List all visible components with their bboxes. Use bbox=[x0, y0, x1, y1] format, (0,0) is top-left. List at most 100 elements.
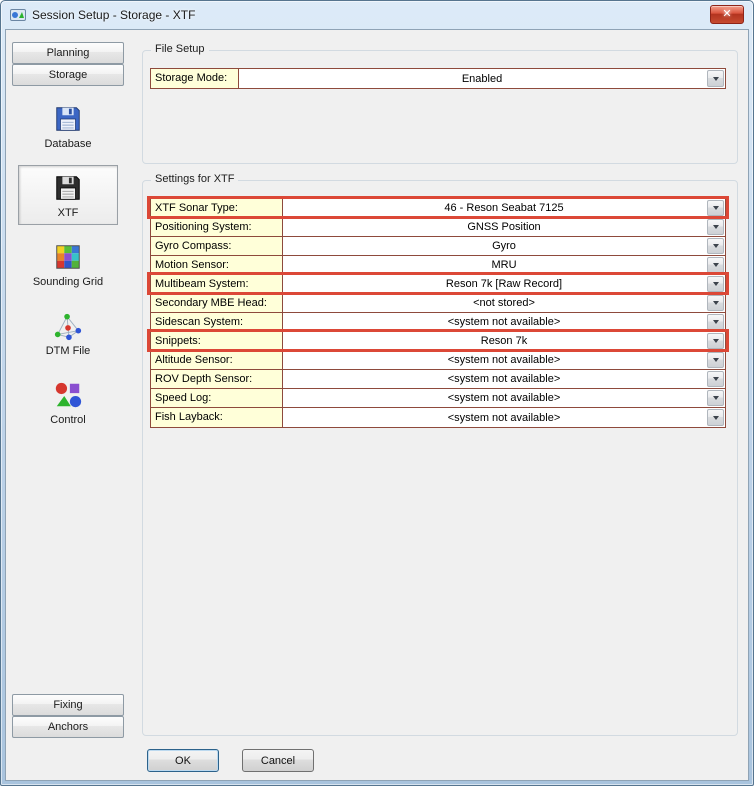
settings-table: XTF Sonar Type: 46 - Reson Seabat 7125 Pos… bbox=[150, 198, 726, 428]
dropdown-value: <not stored> bbox=[473, 297, 535, 309]
grid-row: Storage Mode: Enabled bbox=[151, 69, 725, 88]
chevron-down-glyph bbox=[713, 282, 719, 286]
row-label: Secondary MBE Head: bbox=[151, 294, 283, 312]
file-setup-table: Storage Mode: Enabled bbox=[150, 68, 726, 89]
chevron-down-glyph bbox=[713, 225, 719, 229]
dialog-body: PlanningStorage Database XTF Sounding Grid… bbox=[5, 29, 749, 781]
chevron-down-icon[interactable] bbox=[707, 333, 724, 349]
chevron-down-icon[interactable] bbox=[707, 238, 724, 254]
sidebar-item-label: Database bbox=[44, 138, 91, 150]
settings-group: Settings for XTF XTF Sonar Type:46 - Res… bbox=[142, 180, 738, 736]
chevron-down-icon[interactable] bbox=[707, 295, 724, 311]
dropdown-value: <system not available> bbox=[448, 373, 561, 385]
chevron-down-icon[interactable] bbox=[707, 200, 724, 216]
grid-row: Secondary MBE Head: <not stored> bbox=[151, 294, 725, 313]
row-dropdown[interactable]: Reson 7k bbox=[283, 332, 725, 350]
grid-row: Positioning System: GNSS Position bbox=[151, 218, 725, 237]
chevron-down-glyph bbox=[713, 416, 719, 420]
dropdown-value: Reson 7k bbox=[481, 335, 527, 347]
database-disk-icon bbox=[53, 104, 83, 134]
sidebar-item-label: DTM File bbox=[46, 345, 91, 357]
row-label: Motion Sensor: bbox=[151, 256, 283, 274]
grid-row: XTF Sonar Type: 46 - Reson Seabat 7125 bbox=[151, 199, 725, 218]
sidebar-item-dtm-file[interactable]: DTM File bbox=[18, 303, 118, 363]
grid-row: Sidescan System:<system not available> bbox=[151, 313, 725, 332]
ok-button[interactable]: OK bbox=[147, 749, 219, 772]
app-icon bbox=[10, 7, 26, 23]
sidebar-button-fixing[interactable]: Fixing bbox=[12, 694, 124, 716]
grid-row: Speed Log:<system not available> bbox=[151, 389, 725, 408]
sidebar-top-buttons: PlanningStorage bbox=[10, 42, 126, 86]
row-dropdown[interactable]: <not stored> bbox=[283, 294, 725, 312]
dtm-file-icon bbox=[53, 311, 83, 341]
titlebar[interactable]: Session Setup - Storage - XTF ✕ bbox=[1, 1, 753, 29]
chevron-down-icon[interactable] bbox=[707, 276, 724, 292]
window-title: Session Setup - Storage - XTF bbox=[32, 8, 195, 22]
sidebar: PlanningStorage Database XTF Sounding Grid… bbox=[10, 42, 126, 441]
sidebar-item-sounding-grid[interactable]: Sounding Grid bbox=[18, 234, 118, 294]
row-dropdown[interactable]: Enabled bbox=[239, 69, 725, 88]
chevron-down-glyph bbox=[713, 377, 719, 381]
close-button[interactable]: ✕ bbox=[710, 5, 744, 24]
row-dropdown[interactable]: <system not available> bbox=[283, 408, 725, 427]
close-icon: ✕ bbox=[722, 8, 731, 20]
sidebar-bottom-buttons: FixingAnchors bbox=[10, 694, 126, 738]
cancel-button[interactable]: Cancel bbox=[242, 749, 314, 772]
sidebar-button-anchors[interactable]: Anchors bbox=[12, 716, 124, 738]
chevron-down-glyph bbox=[713, 263, 719, 267]
grid-row: Multibeam System:Reson 7k [Raw Record] bbox=[151, 275, 725, 294]
row-label: Speed Log: bbox=[151, 389, 283, 407]
dropdown-value: 46 - Reson Seabat 7125 bbox=[444, 202, 563, 214]
chevron-down-icon[interactable] bbox=[707, 352, 724, 368]
dropdown-value: GNSS Position bbox=[467, 221, 540, 233]
row-dropdown[interactable]: 46 - Reson Seabat 7125 bbox=[283, 199, 725, 217]
grid-row: Fish Layback:<system not available> bbox=[151, 408, 725, 427]
sidebar-button-storage[interactable]: Storage bbox=[12, 64, 124, 86]
control-icon bbox=[53, 380, 83, 410]
sounding-grid-icon bbox=[53, 242, 83, 272]
session-setup-window: Session Setup - Storage - XTF ✕ Planning… bbox=[0, 0, 754, 786]
row-label: ROV Depth Sensor: bbox=[151, 370, 283, 388]
sidebar-items: Database XTF Sounding Grid DTM File Control bbox=[10, 96, 126, 441]
chevron-down-glyph bbox=[713, 396, 719, 400]
sidebar-item-database[interactable]: Database bbox=[18, 96, 118, 156]
chevron-down-icon[interactable] bbox=[707, 371, 724, 387]
chevron-down-icon[interactable] bbox=[707, 314, 724, 330]
chevron-down-icon[interactable] bbox=[707, 219, 724, 235]
chevron-down-glyph bbox=[713, 244, 719, 248]
dropdown-value: MRU bbox=[491, 259, 516, 271]
grid-row: Snippets:Reson 7k bbox=[151, 332, 725, 351]
chevron-down-icon[interactable] bbox=[707, 409, 724, 426]
chevron-down-glyph bbox=[713, 358, 719, 362]
chevron-down-glyph bbox=[713, 339, 719, 343]
row-dropdown[interactable]: <system not available> bbox=[283, 351, 725, 369]
dropdown-value: <system not available> bbox=[448, 354, 561, 366]
sidebar-item-control[interactable]: Control bbox=[18, 372, 118, 432]
chevron-down-glyph bbox=[713, 320, 719, 324]
sidebar-item-xtf[interactable]: XTF bbox=[18, 165, 118, 225]
row-dropdown[interactable]: GNSS Position bbox=[283, 218, 725, 236]
file-setup-group: File Setup Storage Mode:Enabled bbox=[142, 50, 738, 164]
row-dropdown[interactable]: Gyro bbox=[283, 237, 725, 255]
row-label: Altitude Sensor: bbox=[151, 351, 283, 369]
sidebar-button-planning[interactable]: Planning bbox=[12, 42, 124, 64]
row-dropdown[interactable]: <system not available> bbox=[283, 370, 725, 388]
chevron-down-glyph bbox=[713, 301, 719, 305]
row-label: Sidescan System: bbox=[151, 313, 283, 331]
row-label: Storage Mode: bbox=[151, 69, 239, 88]
group-label-file-setup: File Setup bbox=[151, 43, 209, 55]
dropdown-value: Gyro bbox=[492, 240, 516, 252]
row-label: XTF Sonar Type: bbox=[151, 199, 283, 217]
row-dropdown[interactable]: <system not available> bbox=[283, 389, 725, 407]
dropdown-value: Enabled bbox=[462, 73, 502, 85]
row-dropdown[interactable]: <system not available> bbox=[283, 313, 725, 331]
chevron-down-icon[interactable] bbox=[707, 70, 724, 87]
dropdown-value: <system not available> bbox=[448, 412, 561, 424]
row-label: Multibeam System: bbox=[151, 275, 283, 293]
chevron-down-icon[interactable] bbox=[707, 257, 724, 273]
row-dropdown[interactable]: MRU bbox=[283, 256, 725, 274]
row-dropdown[interactable]: Reson 7k [Raw Record] bbox=[283, 275, 725, 293]
chevron-down-glyph bbox=[713, 206, 719, 210]
chevron-down-icon[interactable] bbox=[707, 390, 724, 406]
row-label: Positioning System: bbox=[151, 218, 283, 236]
